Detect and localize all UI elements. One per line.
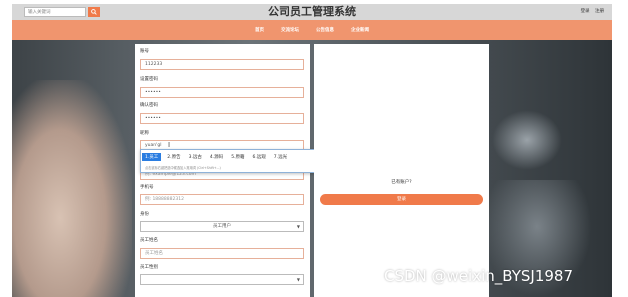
ime-candidate[interactable]: 2.原告 (167, 154, 180, 160)
employee-name-input[interactable]: 员工姓名 (140, 248, 304, 259)
ime-hint: 点击鼠标右键把选中候选加入常用词 (Ctrl+Shift+...) (145, 166, 221, 170)
account-input[interactable]: 112233 (140, 59, 304, 70)
employee-gender-label: 员工性别 (140, 265, 158, 270)
chevron-down-icon: ▼ (296, 277, 300, 282)
login-button[interactable]: 登录 (320, 194, 483, 205)
text-cursor-icon: I (168, 141, 171, 149)
login-link[interactable]: 登录 (581, 9, 590, 14)
nav-item-news[interactable]: 企业新闻 (351, 27, 369, 33)
ime-candidate-popup: 1.员工 2.原告 3.远古 4.源码 5.原籍 6.远观 7.远光 ☺ 点击鼠… (140, 149, 340, 173)
site-title: 公司员工管理系统 (268, 5, 356, 18)
identity-value: 员工用户 (213, 224, 231, 229)
nav-item-home[interactable]: 首页 (255, 27, 264, 33)
password-input[interactable]: •••••• (140, 87, 304, 98)
account-label: 账号 (140, 49, 149, 54)
ime-candidate[interactable]: 1.员工 (142, 153, 162, 161)
main-nav: 首页 交流论坛 公告信息 企业新闻 (12, 20, 612, 40)
register-link[interactable]: 注册 (595, 9, 604, 14)
nickname-label: 昵称 (140, 131, 149, 136)
identity-select[interactable]: 员工用户 ▼ (140, 221, 304, 232)
watermark: CSDN @weixin_BYSJ1987 (384, 267, 574, 285)
employee-gender-select[interactable]: ▼ (140, 274, 304, 285)
confirm-password-label: 确认密码 (140, 103, 158, 108)
login-panel: 已有账户? 登录 (314, 44, 489, 297)
phone-label: 手机号 (140, 185, 154, 190)
phone-input[interactable]: 例: 18888882312 (140, 194, 304, 205)
top-bar: 输入关键词 公司员工管理系统 登录 注册 (12, 4, 612, 20)
nav-item-forum[interactable]: 交流论坛 (281, 27, 299, 33)
identity-label: 身份 (140, 212, 149, 217)
ime-candidate[interactable]: 5.原籍 (231, 154, 244, 160)
top-links: 登录 注册 (577, 8, 604, 14)
confirm-password-input[interactable]: •••••• (140, 113, 304, 124)
ime-candidate[interactable]: 7.远光 (274, 154, 287, 160)
chevron-down-icon: ▼ (296, 224, 300, 229)
nav-item-notices[interactable]: 公告信息 (316, 27, 334, 33)
have-account-text: 已有账户? (391, 180, 412, 185)
ime-candidate[interactable]: 3.远古 (189, 154, 202, 160)
employee-name-label: 员工姓名 (140, 238, 158, 243)
ime-candidate[interactable]: 6.远观 (252, 154, 265, 160)
password-label: 设置密码 (140, 77, 158, 82)
ime-candidate[interactable]: 4.源码 (210, 154, 223, 160)
ime-candidate-row: 1.员工 2.原告 3.远古 4.源码 5.原籍 6.远观 7.远光 (142, 152, 295, 162)
